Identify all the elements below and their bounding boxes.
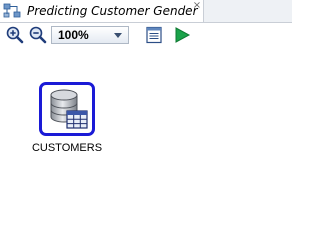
zoom-level-dropdown[interactable]: 100% bbox=[51, 26, 129, 44]
close-icon[interactable]: × bbox=[192, 1, 202, 11]
tab-strip: Predicting Customer Gender × bbox=[0, 0, 292, 23]
toolbar: 100% bbox=[0, 23, 292, 47]
node-label: CUSTOMERS bbox=[31, 142, 103, 154]
properties-icon[interactable] bbox=[145, 26, 163, 44]
data-source-icon bbox=[50, 89, 88, 129]
zoom-level-value: 100% bbox=[58, 28, 89, 42]
run-icon[interactable] bbox=[173, 26, 191, 44]
workflow-icon bbox=[3, 3, 21, 18]
tab-predicting-customer-gender[interactable]: Predicting Customer Gender × bbox=[0, 0, 204, 22]
tab-title: Predicting Customer Gender bbox=[27, 4, 198, 18]
data-source-node-customers[interactable] bbox=[39, 82, 95, 136]
zoom-out-icon[interactable] bbox=[29, 26, 47, 44]
chevron-down-icon bbox=[114, 33, 122, 38]
zoom-in-icon[interactable] bbox=[6, 26, 24, 44]
